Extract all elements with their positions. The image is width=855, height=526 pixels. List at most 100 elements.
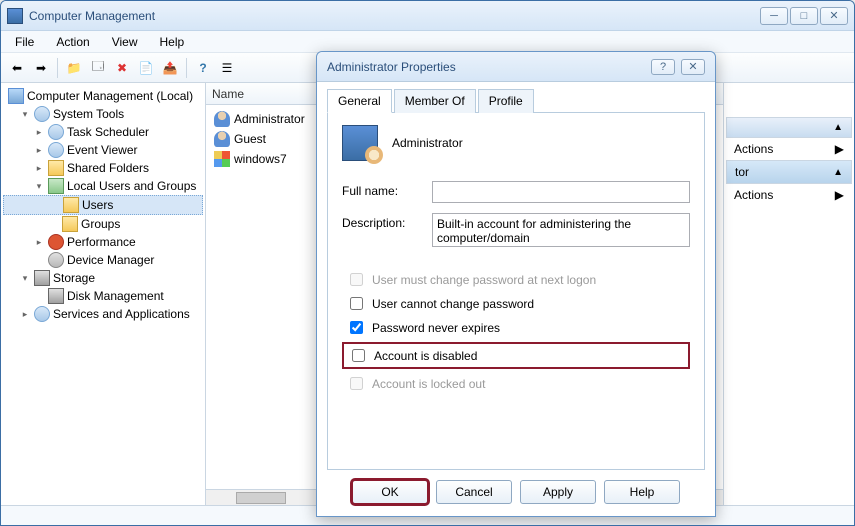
tree-label: Shared Folders bbox=[67, 161, 149, 175]
disk-icon bbox=[48, 288, 64, 304]
expander-icon[interactable]: ▸ bbox=[19, 308, 31, 320]
expander-icon[interactable] bbox=[48, 199, 60, 211]
navigation-tree[interactable]: Computer Management (Local) ▾ System Tool… bbox=[1, 83, 206, 505]
tree-label: System Tools bbox=[53, 107, 124, 121]
actions-header[interactable]: Actions▶ bbox=[726, 138, 852, 160]
tool-icon bbox=[48, 124, 64, 140]
tree-node-users[interactable]: Users bbox=[3, 195, 203, 215]
menu-help[interactable]: Help bbox=[150, 33, 195, 51]
expander-icon[interactable] bbox=[33, 290, 45, 302]
checkbox-password-never-expires[interactable]: Password never expires bbox=[346, 318, 690, 337]
tree-node-local-users-and-groups[interactable]: ▾ Local Users and Groups bbox=[3, 177, 203, 195]
fullname-label: Full name: bbox=[342, 181, 432, 198]
checkbox-input[interactable] bbox=[350, 321, 363, 334]
actions-collapse-2[interactable]: tor▲ bbox=[726, 160, 852, 184]
tree-node-services-and-applications[interactable]: ▸Services and Applications bbox=[3, 305, 203, 323]
folder-icon bbox=[62, 216, 78, 232]
tree-node-event-viewer[interactable]: ▸Event Viewer bbox=[3, 141, 203, 159]
tree-label: Computer Management (Local) bbox=[27, 89, 193, 103]
expander-icon[interactable] bbox=[47, 218, 59, 230]
computer-icon bbox=[8, 88, 24, 104]
tree-label: Users bbox=[82, 198, 113, 212]
checkbox-input[interactable] bbox=[350, 297, 363, 310]
delete-icon[interactable]: ✖ bbox=[112, 58, 132, 78]
tree-node-storage[interactable]: ▾ Storage bbox=[3, 269, 203, 287]
fullname-row: Full name: bbox=[342, 181, 690, 203]
maximize-button[interactable]: □ bbox=[790, 7, 818, 25]
expander-icon[interactable]: ▸ bbox=[33, 126, 45, 138]
dialog-title: Administrator Properties bbox=[327, 60, 651, 74]
administrator-properties-dialog: Administrator Properties ? ✕ General Mem… bbox=[316, 51, 716, 517]
tree-node-device-manager[interactable]: Device Manager bbox=[3, 251, 203, 269]
tree-node-groups[interactable]: Groups bbox=[3, 215, 203, 233]
back-icon[interactable]: ⬅ bbox=[7, 58, 27, 78]
checkbox-user-cannot-change-password[interactable]: User cannot change password bbox=[346, 294, 690, 313]
user-header: Administrator bbox=[342, 125, 690, 161]
expander-icon[interactable]: ▸ bbox=[33, 144, 45, 156]
checkbox-user-must-change-password-at-next-logon: User must change password at next logon bbox=[346, 270, 690, 289]
description-label: Description: bbox=[342, 213, 432, 230]
menu-view[interactable]: View bbox=[102, 33, 148, 51]
ok-button[interactable]: OK bbox=[352, 480, 428, 504]
checkbox-input bbox=[350, 377, 363, 390]
tree-label: Task Scheduler bbox=[67, 125, 149, 139]
tree-label: Local Users and Groups bbox=[67, 179, 196, 193]
close-button[interactable]: ✕ bbox=[820, 7, 848, 25]
scroll-thumb[interactable] bbox=[236, 492, 286, 504]
actions-more[interactable]: Actions▶ bbox=[726, 184, 852, 206]
checkbox-label: User must change password at next logon bbox=[372, 273, 596, 287]
tab-general[interactable]: General bbox=[327, 89, 392, 113]
tree-node-task-scheduler[interactable]: ▸ Task Scheduler bbox=[3, 123, 203, 141]
expander-icon[interactable]: ▾ bbox=[33, 180, 45, 192]
tree-node-shared-folders[interactable]: ▸ Shared Folders bbox=[3, 159, 203, 177]
export-icon[interactable]: 📤 bbox=[160, 58, 180, 78]
checkbox-input[interactable] bbox=[352, 349, 365, 362]
help-button[interactable]: Help bbox=[604, 480, 680, 504]
tree-node-performance[interactable]: ▸ Performance bbox=[3, 233, 203, 251]
tab-content-general: Administrator Full name: Description: Bu… bbox=[327, 113, 705, 470]
expander-icon[interactable]: ▸ bbox=[33, 236, 45, 248]
list-item-label: windows7 bbox=[234, 152, 287, 166]
user-avatar-icon bbox=[342, 125, 378, 161]
red-icon bbox=[48, 234, 64, 250]
checkbox-account-is-disabled[interactable]: Account is disabled bbox=[342, 342, 690, 369]
dialog-help-button[interactable]: ? bbox=[651, 59, 675, 75]
description-input[interactable]: Built-in account for administering the c… bbox=[432, 213, 690, 247]
help-icon[interactable]: ? bbox=[193, 58, 213, 78]
list-icon[interactable]: ☰ bbox=[217, 58, 237, 78]
tab-profile[interactable]: Profile bbox=[478, 89, 534, 113]
actions-collapse-1[interactable]: ▲ bbox=[726, 117, 852, 138]
apply-button[interactable]: Apply bbox=[520, 480, 596, 504]
tree-root[interactable]: Computer Management (Local) bbox=[3, 87, 203, 105]
menu-file[interactable]: File bbox=[5, 33, 44, 51]
expander-icon[interactable]: ▾ bbox=[19, 272, 31, 284]
tree-label: Performance bbox=[67, 235, 136, 249]
tree-node-system-tools[interactable]: ▾ System Tools bbox=[3, 105, 203, 123]
cancel-button[interactable]: Cancel bbox=[436, 480, 512, 504]
tree-label: Groups bbox=[81, 217, 120, 231]
window-title: Computer Management bbox=[29, 9, 760, 23]
tab-member-of[interactable]: Member Of bbox=[394, 89, 476, 113]
dialog-close-button[interactable]: ✕ bbox=[681, 59, 705, 75]
window-controls: ─ □ ✕ bbox=[760, 7, 848, 25]
checkbox-label: Account is disabled bbox=[374, 349, 477, 363]
fullname-input[interactable] bbox=[432, 181, 690, 203]
forward-icon[interactable]: ➡ bbox=[31, 58, 51, 78]
refresh-icon[interactable]: 📄 bbox=[136, 58, 156, 78]
menu-action[interactable]: Action bbox=[46, 33, 99, 51]
gear-icon bbox=[48, 252, 64, 268]
checkbox-input bbox=[350, 273, 363, 286]
column-name[interactable]: Name bbox=[212, 87, 244, 101]
expander-icon[interactable]: ▾ bbox=[19, 108, 31, 120]
tree-label: Storage bbox=[53, 271, 95, 285]
list-item-label: Administrator bbox=[234, 112, 305, 126]
tree-node-disk-management[interactable]: Disk Management bbox=[3, 287, 203, 305]
expander-icon[interactable] bbox=[33, 254, 45, 266]
minimize-button[interactable]: ─ bbox=[760, 7, 788, 25]
properties-icon[interactable]: 🗔 bbox=[88, 58, 108, 78]
menubar: File Action View Help bbox=[1, 31, 854, 53]
separator bbox=[186, 58, 187, 78]
users-icon bbox=[48, 178, 64, 194]
up-icon[interactable]: 📁 bbox=[64, 58, 84, 78]
expander-icon[interactable]: ▸ bbox=[33, 162, 45, 174]
